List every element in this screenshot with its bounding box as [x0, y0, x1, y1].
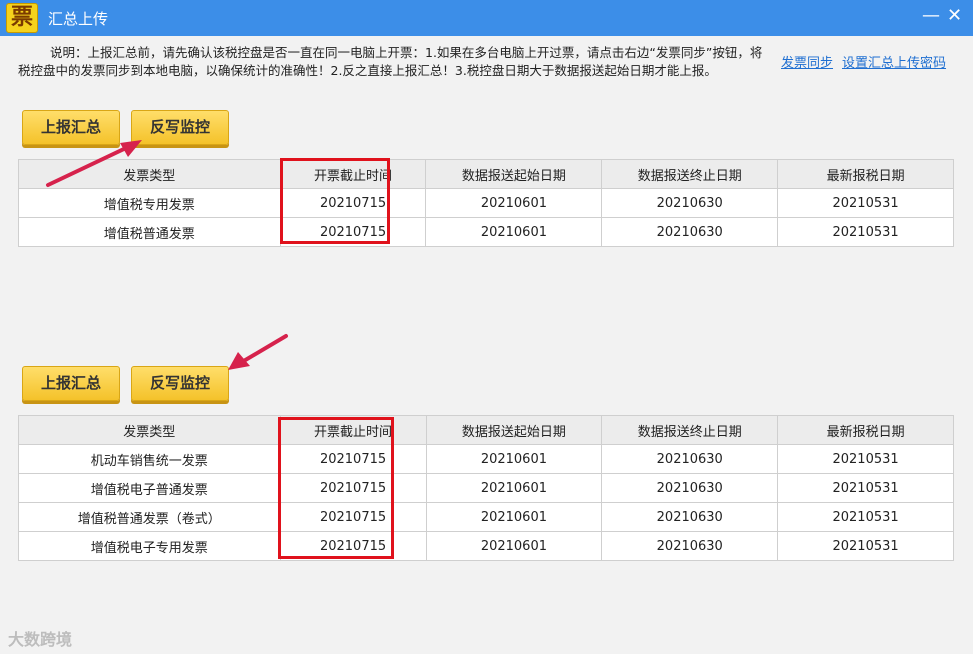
app-logo-icon: 票 — [6, 3, 38, 33]
table-header-row: 发票类型 开票截止时间 数据报送起始日期 数据报送终止日期 最新报税日期 — [18, 415, 954, 445]
column-header: 最新报税日期 — [777, 159, 954, 189]
invoice-type-cell: 增值税电子普通发票 — [18, 473, 281, 503]
column-header: 最新报税日期 — [777, 415, 954, 445]
report-start-date-cell: 20210601 — [425, 531, 603, 561]
column-header: 开票截止时间 — [279, 415, 427, 445]
latest-tax-date-cell: 20210531 — [777, 502, 954, 532]
table-row[interactable]: 增值税电子专用发票 20210715 20210601 20210630 202… — [18, 531, 954, 561]
title-bar: 票 汇总上传 — ✕ — [0, 0, 973, 36]
report-summary-button-1[interactable]: 上报汇总 — [22, 110, 120, 145]
table-row[interactable]: 增值税普通发票（卷式） 20210715 20210601 20210630 2… — [18, 502, 954, 532]
column-header: 数据报送起始日期 — [425, 415, 603, 445]
column-header: 数据报送终止日期 — [601, 415, 779, 445]
issue-deadline-cell: 20210715 — [279, 188, 427, 218]
table-row[interactable]: 增值税专用发票 20210715 20210601 20210630 20210… — [18, 188, 954, 218]
report-start-date-cell: 20210601 — [425, 444, 603, 474]
report-start-date-cell: 20210601 — [425, 473, 603, 503]
latest-tax-date-cell: 20210531 — [777, 188, 954, 218]
table-row[interactable]: 增值税电子普通发票 20210715 20210601 20210630 202… — [18, 473, 954, 503]
invoice-table-1: 发票类型 开票截止时间 数据报送起始日期 数据报送终止日期 最新报税日期 增值税… — [18, 159, 954, 247]
latest-tax-date-cell: 20210531 — [777, 473, 954, 503]
column-header: 发票类型 — [18, 415, 281, 445]
invoice-type-cell: 机动车销售统一发票 — [18, 444, 281, 474]
writeback-monitor-button-2[interactable]: 反写监控 — [131, 366, 229, 401]
report-start-date-cell: 20210601 — [425, 502, 603, 532]
issue-deadline-cell: 20210715 — [279, 502, 427, 532]
report-end-date-cell: 20210630 — [601, 444, 779, 474]
invoice-type-cell: 增值税普通发票（卷式） — [18, 502, 281, 532]
column-header: 数据报送起始日期 — [425, 159, 603, 189]
invoice-table-2: 发票类型 开票截止时间 数据报送起始日期 数据报送终止日期 最新报税日期 机动车… — [18, 415, 954, 561]
invoice-type-cell: 增值税电子专用发票 — [18, 531, 281, 561]
close-icon[interactable]: ✕ — [947, 6, 962, 26]
report-end-date-cell: 20210630 — [601, 188, 779, 218]
description-text: 说明：上报汇总前，请先确认该税控盘是否一直在同一电脑上开票：1.如果在多台电脑上… — [18, 45, 763, 78]
minimize-icon[interactable]: — — [922, 6, 940, 26]
report-end-date-cell: 20210630 — [601, 502, 779, 532]
latest-tax-date-cell: 20210531 — [777, 531, 954, 561]
table-row[interactable]: 机动车销售统一发票 20210715 20210601 20210630 202… — [18, 444, 954, 474]
invoice-type-cell: 增值税专用发票 — [18, 188, 281, 218]
table-header-row: 发票类型 开票截止时间 数据报送起始日期 数据报送终止日期 最新报税日期 — [18, 159, 954, 189]
issue-deadline-cell: 20210715 — [279, 531, 427, 561]
issue-deadline-cell: 20210715 — [279, 444, 427, 474]
report-end-date-cell: 20210630 — [601, 473, 779, 503]
table-row[interactable]: 增值税普通发票 20210715 20210601 20210630 20210… — [18, 217, 954, 247]
issue-deadline-cell: 20210715 — [279, 217, 427, 247]
writeback-monitor-button-1[interactable]: 反写监控 — [131, 110, 229, 145]
issue-deadline-cell: 20210715 — [279, 473, 427, 503]
latest-tax-date-cell: 20210531 — [777, 444, 954, 474]
column-header: 开票截止时间 — [279, 159, 427, 189]
annotation-arrow-2 — [228, 334, 288, 370]
report-summary-button-2[interactable]: 上报汇总 — [22, 366, 120, 401]
set-upload-password-link[interactable]: 设置汇总上传密码 — [842, 52, 946, 71]
window-title: 汇总上传 — [48, 10, 109, 28]
latest-tax-date-cell: 20210531 — [777, 217, 954, 247]
report-start-date-cell: 20210601 — [425, 217, 603, 247]
watermark: 大数跨境 — [8, 630, 73, 649]
column-header: 发票类型 — [18, 159, 281, 189]
invoice-type-cell: 增值税普通发票 — [18, 217, 281, 247]
column-header: 数据报送终止日期 — [601, 159, 779, 189]
report-end-date-cell: 20210630 — [601, 531, 779, 561]
report-start-date-cell: 20210601 — [425, 188, 603, 218]
report-end-date-cell: 20210630 — [601, 217, 779, 247]
invoice-sync-link[interactable]: 发票同步 — [781, 52, 833, 71]
